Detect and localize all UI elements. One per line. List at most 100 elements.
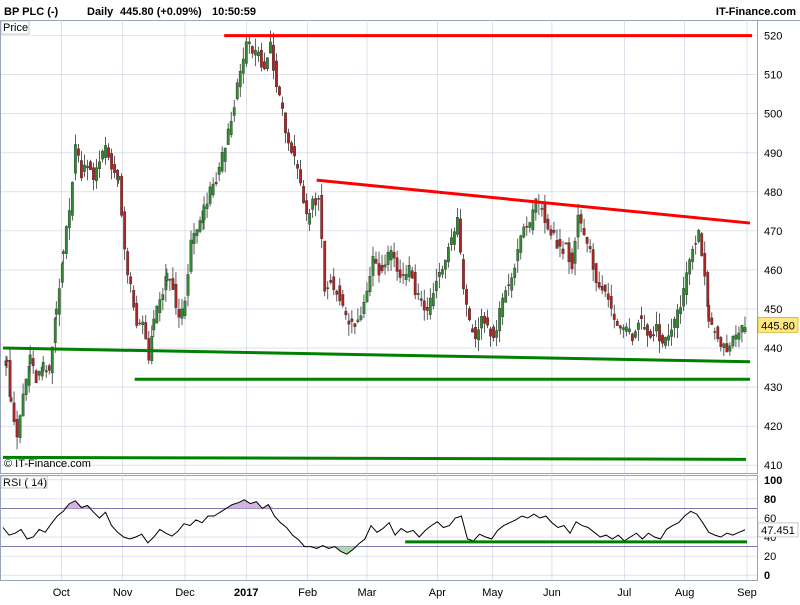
candle-body [262,61,266,70]
candle-body [195,229,199,236]
candle-body [50,346,54,374]
candle-body [573,240,577,264]
candle-body [582,227,586,236]
candle-body [386,252,390,265]
candle-body [235,82,239,100]
candle-body [104,145,107,158]
candle-body [64,226,68,254]
candle-body [67,210,71,228]
candle-body [483,315,486,324]
candle-body [588,246,592,249]
candle-body [135,303,139,326]
candle-body [646,324,649,336]
candle-body [643,327,646,330]
candle-body [691,248,695,262]
candle-body [92,167,95,180]
candle-body [734,334,738,340]
candle-body [302,185,306,204]
xtick-label: Oct [53,587,70,599]
candle-body [561,248,565,254]
candle-body [504,290,508,303]
candle-body [576,214,580,238]
candle-body [661,335,664,344]
candle-body [398,269,402,278]
candle-body [465,289,468,305]
candle-body [18,415,22,439]
price-ytick-label: 520 [764,31,782,43]
candle-body [468,308,471,321]
price-panel-label: Price [3,22,28,34]
price-ytick-label: 440 [764,343,782,355]
candle-body [679,307,683,314]
candle-body [624,326,628,332]
candle-body [389,250,393,261]
candle-body [525,226,529,228]
candle-body [15,419,19,438]
candle-body [395,257,399,272]
candle-body [113,164,116,173]
candle-body [579,214,583,224]
candle-body [413,272,417,296]
candle-body [226,128,230,145]
candle-body [54,308,58,315]
candle-body [531,209,535,231]
candle-body [392,251,396,259]
candle-body [138,322,142,325]
candle-body [700,233,704,256]
candle-body [673,318,676,328]
candle-body [410,270,414,279]
candle-body [446,247,450,263]
candle-body [73,144,77,174]
candle-body [290,142,293,153]
candle-body [676,309,680,329]
candle-body [416,293,420,295]
candle-body [308,213,312,225]
candle-body [183,300,187,317]
candle-body [431,293,435,307]
candle-body [57,288,61,315]
candle-body [710,317,714,325]
candle-body [53,317,57,343]
candle-body [189,239,193,272]
candle-body [558,239,562,247]
candle-body [180,308,184,319]
candle-body [630,333,634,342]
candle-body [434,280,438,292]
candle-body [141,321,145,326]
candle-body [716,326,720,340]
candle-body [519,235,523,253]
candle-body [241,58,245,74]
candle-body [323,240,327,292]
candle-body [440,269,444,275]
candle-body [459,218,462,253]
candle-body [41,362,45,371]
candle-body [549,229,553,236]
candle-body [247,41,251,45]
candle-body [597,282,601,288]
candle-body [70,182,74,216]
candle-body [101,150,104,160]
candle-body [603,284,607,292]
chart-background [0,0,800,600]
xtick-label: Feb [298,587,317,599]
candle-body [259,49,263,68]
last-price-label: 445.80 [761,320,795,332]
price-ytick-label: 460 [764,265,782,277]
candle-body [47,365,51,371]
candle-body [697,229,701,242]
price-ytick-label: 410 [764,460,782,472]
candle-body [353,323,357,327]
candle-body [495,330,499,338]
candle-body [217,167,221,175]
candle-body [567,242,571,263]
candle-body [383,264,387,268]
candle-body [437,272,441,277]
candle-body [117,176,121,181]
price-ytick-label: 500 [764,109,782,121]
candle-body [513,267,517,278]
candle-body [44,370,48,373]
candle-body [743,327,747,332]
candle-body [713,331,717,333]
candle-body [456,217,459,235]
candle-body [60,263,64,283]
